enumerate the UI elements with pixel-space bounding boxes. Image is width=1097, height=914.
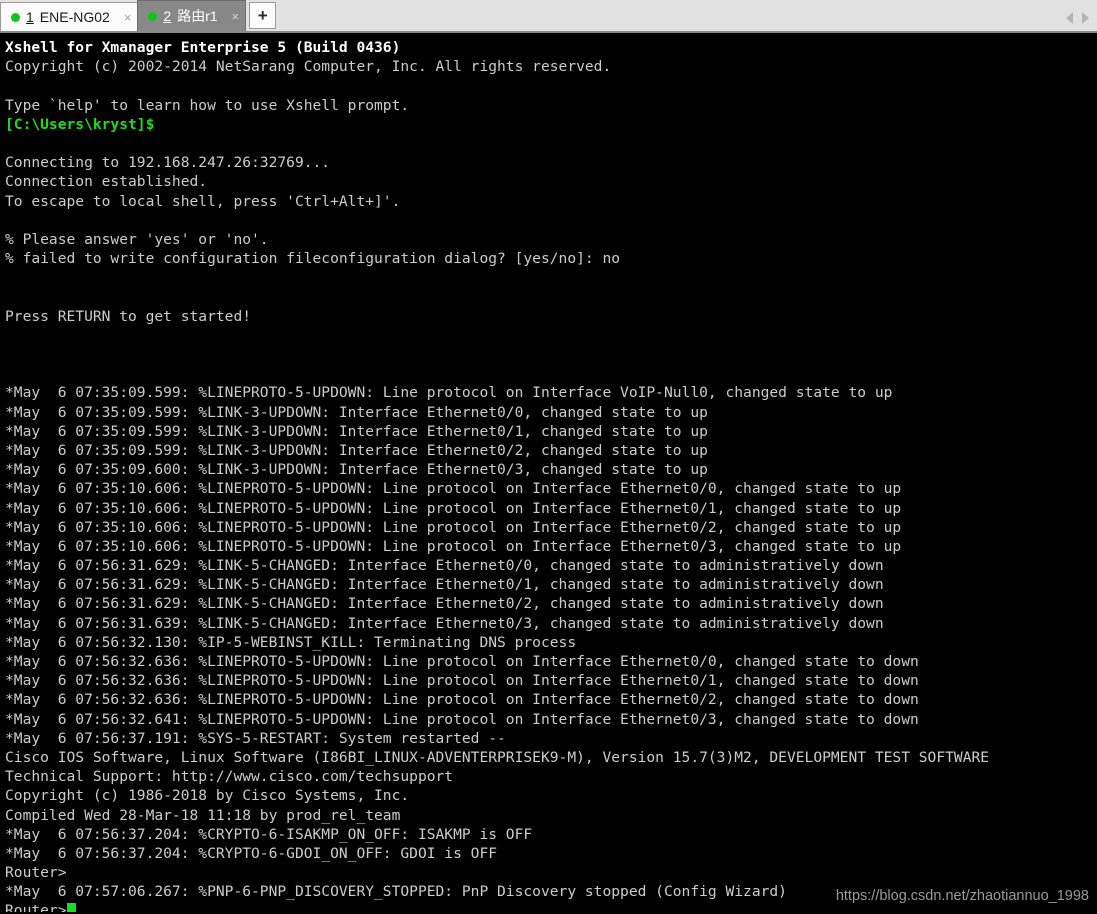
terminal-line: *May 6 07:56:37.204: %CRYPTO-6-GDOI_ON_O… — [5, 844, 498, 862]
terminal-line: *May 6 07:56:32.130: %IP-5-WEBINST_KILL:… — [5, 633, 577, 651]
terminal-line: *May 6 07:56:31.629: %LINK-5-CHANGED: In… — [5, 557, 884, 575]
terminal-line: *May 6 07:56:37.204: %CRYPTO-6-ISAKMP_ON… — [5, 825, 533, 843]
terminal-line: *May 6 07:56:31.639: %LINK-5-CHANGED: In… — [5, 614, 884, 632]
terminal-line: *May 6 07:35:10.606: %LINEPROTO-5-UPDOWN… — [5, 518, 902, 536]
connection-status-dot-icon — [148, 11, 158, 21]
terminal-line: *May 6 07:35:09.600: %LINK-3-UPDOWN: Int… — [5, 461, 708, 479]
chevron-left-icon[interactable] — [1066, 12, 1073, 24]
terminal-line: *May 6 07:35:10.606: %LINEPROTO-5-UPDOWN… — [5, 499, 902, 517]
tab-number: 2 — [163, 8, 172, 24]
connection-status-dot-icon — [11, 12, 20, 22]
terminal-line: *May 6 07:35:09.599: %LINK-3-UPDOWN: Int… — [5, 441, 708, 459]
terminal-line: Connecting to 192.168.247.26:32769... — [5, 154, 331, 172]
terminal-line: Copyright (c) 2002-2014 NetSarang Comput… — [5, 58, 612, 76]
terminal-line: *May 6 07:35:10.606: %LINEPROTO-5-UPDOWN… — [5, 537, 902, 555]
new-tab-button[interactable]: + — [249, 2, 277, 29]
terminal-line: Copyright (c) 1986-2018 by Cisco Systems… — [5, 787, 410, 805]
terminal-line: *May 6 07:35:09.599: %LINK-3-UPDOWN: Int… — [5, 403, 708, 421]
terminal-line: *May 6 07:56:31.629: %LINK-5-CHANGED: In… — [5, 595, 884, 613]
terminal-line: Technical Support: http://www.cisco.com/… — [5, 768, 454, 786]
watermark-url: https://blog.csdn.net/zhaotiannuo_1998 — [835, 888, 1089, 904]
terminal-line: % Please answer 'yes' or 'no'. — [5, 230, 269, 248]
terminal-line: Router> — [5, 864, 67, 882]
terminal-line: *May 6 07:35:09.599: %LINEPROTO-5-UPDOWN… — [5, 384, 893, 402]
terminal-line: *May 6 07:35:09.599: %LINK-3-UPDOWN: Int… — [5, 422, 708, 440]
terminal-line: Type `help' to learn how to use Xshell p… — [5, 96, 410, 114]
tab-label: 路由r1 — [177, 8, 218, 24]
close-icon[interactable]: × — [232, 10, 240, 23]
terminal-line: Connection established. — [5, 173, 208, 191]
terminal-line: *May 6 07:56:32.636: %LINEPROTO-5-UPDOWN… — [5, 691, 919, 709]
prompt-text: Router> — [5, 902, 67, 912]
terminal-line: *May 6 07:56:31.629: %LINK-5-CHANGED: In… — [5, 576, 884, 594]
terminal-line: Press RETURN to get started! — [5, 307, 252, 325]
tab-ene-ng02[interactable]: 1 ENE-NG02 × — [0, 2, 139, 31]
close-icon[interactable]: × — [124, 11, 132, 24]
tab-number: 1 — [26, 9, 34, 25]
terminal-line: *May 6 07:56:32.636: %LINEPROTO-5-UPDOWN… — [5, 653, 919, 670]
terminal-line: Cisco IOS Software, Linux Software (I86B… — [5, 748, 990, 766]
terminal-line: % failed to write configuration fileconf… — [5, 250, 621, 268]
terminal-line: *May 6 07:35:10.606: %LINEPROTO-5-UPDOWN… — [5, 480, 902, 498]
tab-scroll-controls — [1066, 12, 1089, 24]
terminal-line: *May 6 07:56:32.636: %LINEPROTO-5-UPDOWN… — [5, 672, 919, 690]
terminal-line: Compiled Wed 28-Mar-18 11:18 by prod_rel… — [5, 806, 401, 824]
tab-label: ENE-NG02 — [39, 9, 110, 25]
terminal-output-pane[interactable]: Xshell for Xmanager Enterprise 5 (Build … — [0, 33, 1097, 912]
terminal-lines: Xshell for Xmanager Enterprise 5 (Build … — [5, 38, 1097, 901]
tab-router-r1[interactable]: 2 路由r1 × — [137, 0, 247, 31]
terminal-line: To escape to local shell, press 'Ctrl+Al… — [5, 192, 401, 210]
terminal-line: Xshell for Xmanager Enterprise 5 (Build … — [5, 39, 401, 56]
terminal-line: *May 6 07:56:37.191: %SYS-5-RESTART: Sys… — [5, 729, 506, 747]
text-cursor — [66, 903, 76, 912]
terminal-line: [C:\Users\kryst]$ — [5, 115, 155, 133]
tab-bar: 1 ENE-NG02 × 2 路由r1 × + — [0, 0, 1097, 33]
chevron-right-icon[interactable] — [1082, 12, 1089, 24]
terminal-line: *May 6 07:56:32.641: %LINEPROTO-5-UPDOWN… — [5, 710, 919, 728]
